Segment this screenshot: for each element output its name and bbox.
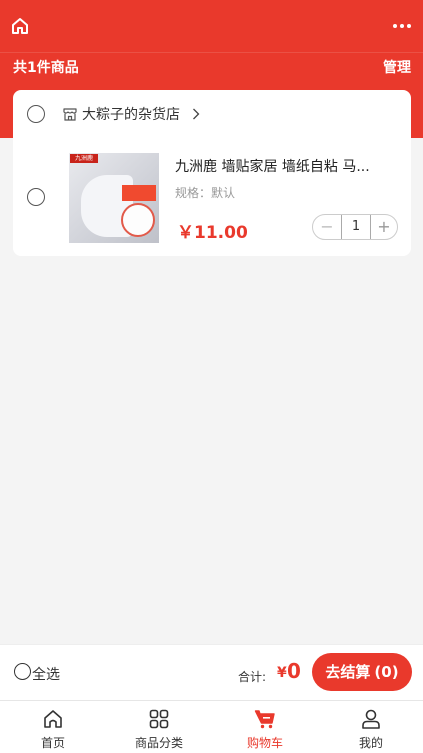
room-preview-graphic (121, 203, 155, 237)
total-currency: ¥ (277, 665, 287, 681)
store-header: 大粽子的杂货店 (13, 90, 411, 138)
tab-profile-label: 我的 (358, 736, 383, 750)
product-spec: 规格：默认 (175, 186, 236, 200)
tab-home[interactable]: 首页 (0, 701, 106, 753)
more-dots-icon[interactable] (391, 18, 413, 34)
tab-cart[interactable]: 购物车 (212, 701, 318, 753)
checkout-button[interactable]: 去结算 (0) (312, 653, 412, 691)
promo-label-graphic (122, 185, 156, 201)
category-grid-icon (149, 709, 169, 729)
chevron-right-icon[interactable] (192, 108, 200, 120)
checkout-button-count: (0) (374, 663, 399, 681)
tab-profile[interactable]: 我的 (318, 701, 423, 753)
store-select-radio[interactable] (27, 105, 45, 123)
checkout-bar: 全选 合计: ¥ 0 去结算 (0) (0, 644, 423, 700)
total-label: 合计: (238, 670, 267, 684)
bottom-tab-bar: 首页 商品分类 购物车 我的 (0, 700, 423, 753)
select-all-label[interactable]: 全选 (32, 664, 60, 684)
store-cart-card: 大粽子的杂货店 九洲鹿 九洲鹿 墙贴家居 墙纸自粘 马... 规格：默认 ￥11… (13, 90, 411, 256)
shopping-cart-icon (254, 710, 275, 729)
decrease-quantity-button[interactable]: − (313, 215, 341, 239)
checkout-button-label: 去结算 (325, 663, 371, 681)
product-title[interactable]: 九洲鹿 墙贴家居 墙纸自粘 马... (175, 156, 397, 176)
product-price: ￥11.00 (177, 223, 248, 243)
user-icon (362, 709, 380, 729)
total-amount: 0 (287, 659, 301, 683)
select-all-radio[interactable] (14, 663, 31, 680)
product-brand-logo: 九洲鹿 (70, 154, 98, 163)
item-count-text: 共1件商品 (13, 60, 79, 76)
quantity-input[interactable]: 1 (341, 215, 371, 239)
increase-quantity-button[interactable]: + (371, 215, 397, 239)
tab-home-label: 首页 (40, 736, 65, 750)
store-name-link[interactable]: 大粽子的杂货店 (82, 104, 180, 124)
tab-cart-label: 购物车 (246, 736, 283, 750)
tab-category[interactable]: 商品分类 (106, 701, 212, 753)
top-app-bar (0, 0, 423, 52)
item-select-radio[interactable] (27, 188, 45, 206)
home-icon[interactable] (10, 16, 30, 36)
store-icon (63, 108, 77, 121)
quantity-stepper: − 1 + (312, 214, 398, 240)
manage-button[interactable]: 管理 (383, 57, 411, 77)
tab-category-label: 商品分类 (134, 736, 183, 750)
product-image[interactable]: 九洲鹿 (69, 153, 159, 243)
home-icon (44, 710, 62, 728)
